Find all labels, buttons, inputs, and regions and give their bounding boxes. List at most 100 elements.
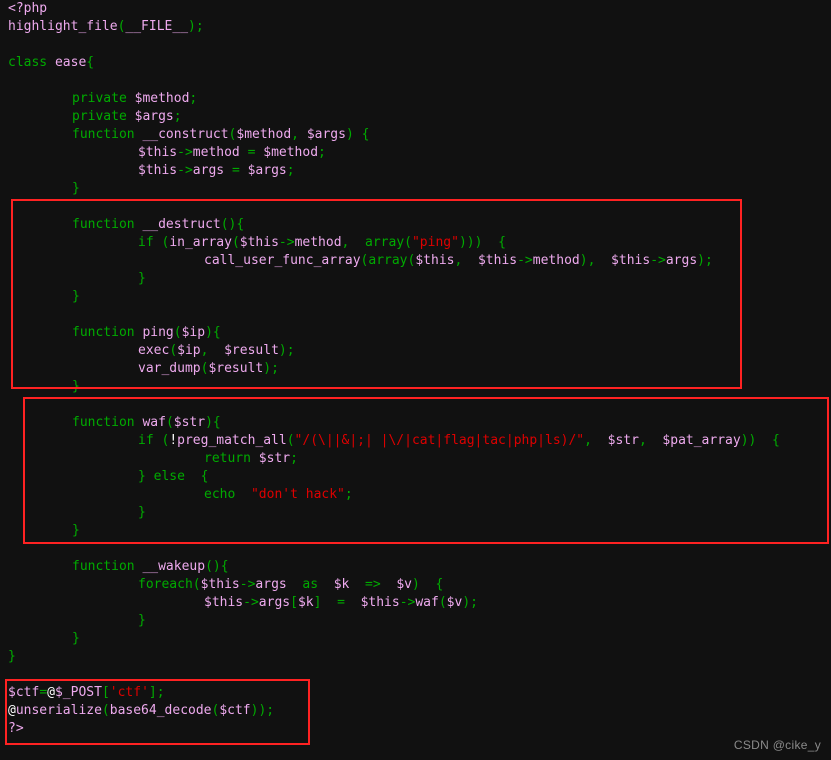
code-line: } xyxy=(138,270,146,288)
code-token-paren: () xyxy=(220,217,237,232)
code-token-brace: { xyxy=(772,433,780,448)
code-token-constant: __FILE__ xyxy=(125,19,189,34)
code-token-keyword-private: private xyxy=(72,91,127,106)
code-token-function-name: highlight_file xyxy=(8,19,118,34)
code-line: echo "don't hack"; xyxy=(204,486,353,504)
code-token-brace: } xyxy=(138,271,146,286)
code-token-comma: , xyxy=(584,433,592,448)
watermark: CSDN @cike_y xyxy=(733,738,821,752)
code-token-paren: ) xyxy=(345,127,354,142)
code-line: function ping($ip){ xyxy=(72,324,221,342)
code-token-func-var-dump: var_dump xyxy=(138,361,201,376)
code-token-double-arrow: => xyxy=(365,577,381,592)
code-token-semicolon: ; xyxy=(344,487,353,502)
code-token-paren: ( xyxy=(169,343,178,358)
code-token-semicolon: ; xyxy=(189,91,198,106)
code-line: } else { xyxy=(138,468,208,486)
code-token-method-waf: waf xyxy=(142,415,166,430)
code-token-this: $this xyxy=(477,253,518,268)
code-token-brace: { xyxy=(498,235,506,250)
code-token-func-exec: exec xyxy=(138,343,170,358)
code-token-keyword-else: else xyxy=(153,469,185,484)
code-token-brace: { xyxy=(236,217,245,232)
code-token-prop-method: method xyxy=(532,253,580,268)
code-token-method-destruct: __destruct xyxy=(142,217,221,232)
code-token-this: $this xyxy=(611,253,651,268)
code-token-method-waf: waf xyxy=(415,595,439,610)
code-token-paren: ( xyxy=(165,415,174,430)
code-line: $ctf=@$_POST['ctf']; xyxy=(8,684,165,702)
code-token-method-ping: ping xyxy=(142,325,174,340)
code-token-keyword-function: function xyxy=(72,559,135,574)
code-token-variable-v: $v xyxy=(446,595,463,610)
code-token-semicolon: ; xyxy=(290,451,298,466)
code-token-param-args: $args xyxy=(306,127,346,142)
code-line: exec($ip, $result); xyxy=(138,342,295,360)
code-token-func-unserialize: unserialize xyxy=(15,703,102,718)
code-token-func-preg-match-all: preg_match_all xyxy=(177,433,287,448)
code-token-assign: = xyxy=(39,685,48,700)
code-token-prop-method: method xyxy=(294,235,342,250)
code-token-brace: } xyxy=(138,469,146,484)
code-token-brace: { xyxy=(212,415,221,430)
code-token-paren: ) xyxy=(188,19,196,34)
code-token-paren: ( xyxy=(404,235,412,250)
code-token-keyword-echo: echo xyxy=(204,487,236,502)
code-line: private $args; xyxy=(72,108,182,126)
code-token-assign: = xyxy=(231,163,240,178)
code-line: if (!preg_match_all("/(\||&|;| |\/|cat|f… xyxy=(138,432,780,450)
code-token-string-dont-hack: "don't hack" xyxy=(250,487,345,502)
code-token-bracket: [ xyxy=(290,595,298,610)
code-token-prop-args: args xyxy=(255,577,287,592)
code-token-semicolon: ; xyxy=(156,685,165,700)
code-token-paren: ) xyxy=(205,415,213,430)
code-token-semicolon: ; xyxy=(704,253,713,268)
code-token-bracket: ] xyxy=(148,685,157,700)
code-token-semicolon: ; xyxy=(286,163,295,178)
code-token-variable-ctf: $ctf xyxy=(8,685,40,700)
code-token-prop-args: args xyxy=(665,253,698,268)
code-token-arrow: -> xyxy=(517,253,533,268)
code-token-brace: } xyxy=(72,523,80,538)
code-line: @unserialize(base64_decode($ctf)); xyxy=(8,702,274,720)
code-line: function waf($str){ xyxy=(72,414,221,432)
code-line: return $str; xyxy=(204,450,298,468)
code-line: $this->args[$k] = $this->waf($v); xyxy=(204,594,478,612)
code-token-semicolon: ; xyxy=(173,109,182,124)
code-token-variable-args: $args xyxy=(247,163,287,178)
code-token-at-operator: @ xyxy=(8,703,16,718)
code-token-paren: ) xyxy=(205,325,213,340)
code-token-superglobal-post: $_POST xyxy=(54,685,102,700)
code-line: foreach($this->args as $k => $v) { xyxy=(138,576,443,594)
code-token-brace: } xyxy=(72,631,80,646)
code-line: } xyxy=(72,630,80,648)
code-token-paren: ( xyxy=(438,595,447,610)
code-token-comma: , xyxy=(638,433,647,448)
code-line: } xyxy=(72,288,80,306)
code-token-semicolon: ; xyxy=(195,19,204,34)
code-line: ?> xyxy=(8,720,24,738)
code-token-paren: )) xyxy=(740,433,757,448)
code-token-keyword-foreach: foreach xyxy=(138,577,193,592)
code-token-this: $this xyxy=(138,163,178,178)
code-token-paren: ) xyxy=(411,577,420,592)
code-token-assign: = xyxy=(337,595,345,610)
code-token-brace: } xyxy=(72,379,80,394)
code-token-keyword-if: if xyxy=(138,235,154,250)
code-token-at-operator: @ xyxy=(47,685,55,700)
code-line: $this->args = $args; xyxy=(138,162,295,180)
code-token-semicolon: ; xyxy=(271,361,279,376)
